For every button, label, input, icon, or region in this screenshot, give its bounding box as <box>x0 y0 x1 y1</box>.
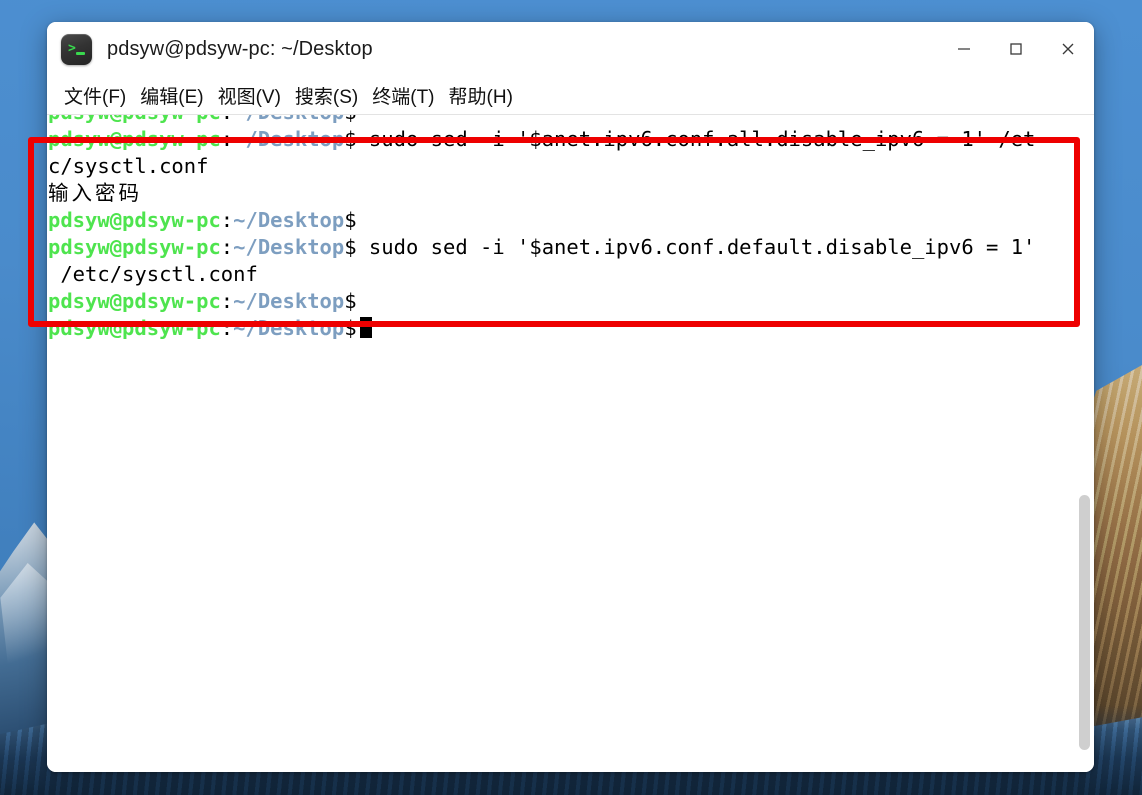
prompt-dollar: $ <box>344 115 356 124</box>
prompt-path: ~/Desktop <box>233 316 345 340</box>
terminal-scrollbar[interactable] <box>1079 115 1090 772</box>
menu-item-help[interactable]: 帮助(H) <box>442 80 520 111</box>
terminal-cursor <box>359 317 372 338</box>
prompt-path: ~/Desktop <box>233 115 344 124</box>
prompt-dollar: $ <box>344 289 357 313</box>
terminal-command-text: sudo sed -i '$anet.ipv6.conf.all.disable… <box>356 127 1036 151</box>
terminal-command-text: sudo sed -i '$anet.ipv6.conf.default.dis… <box>356 235 1036 259</box>
window-controls <box>938 22 1094 76</box>
close-button[interactable] <box>1042 22 1094 76</box>
terminal-line: 输入密码 <box>48 180 1094 207</box>
prompt-user-host: pdsyw@pdsyw-pc <box>48 316 221 340</box>
terminal-output-text: 输入密码 <box>48 181 142 205</box>
prompt-user-host: pdsyw@pdsyw-pc <box>48 127 221 151</box>
prompt-colon: : <box>220 316 234 340</box>
terminal-line: pdsyw@pdsyw-pc:~/Desktop$ <box>48 288 1094 315</box>
menu-item-file[interactable]: 文件(F) <box>57 80 133 111</box>
prompt-user-host: pdsyw@pdsyw-pc <box>48 208 221 232</box>
maximize-button[interactable] <box>990 22 1042 76</box>
terminal-line: pdsyw@pdsyw-pc:~/Desktop$ <box>48 315 1094 342</box>
terminal-output-text: /etc/sysctl.conf <box>48 262 258 286</box>
menu-item-view[interactable]: 视图(V) <box>211 80 288 111</box>
prompt-dollar: $ <box>344 235 357 259</box>
terminal-line: pdsyw@pdsyw-pc:~/Desktop$ <box>48 115 1094 126</box>
prompt-path: ~/Desktop <box>233 235 345 259</box>
terminal-line: pdsyw@pdsyw-pc:~/Desktop$ <box>48 207 1094 234</box>
prompt-path: ~/Desktop <box>233 289 345 313</box>
terminal-line: c/sysctl.conf <box>48 153 1094 180</box>
terminal-prompt-icon: > <box>61 33 92 65</box>
scrollbar-thumb[interactable] <box>1079 495 1090 750</box>
prompt-path: ~/Desktop <box>233 208 345 232</box>
close-icon <box>1062 43 1074 55</box>
minimize-icon <box>958 48 970 50</box>
prompt-user-host: pdsyw@pdsyw-pc <box>48 289 221 313</box>
window-title: pdsyw@pdsyw-pc: ~/Desktop <box>107 37 373 60</box>
icon-underscore-glyph <box>76 51 85 55</box>
menu-item-edit[interactable]: 编辑(E) <box>133 80 210 111</box>
prompt-colon: : <box>220 127 234 151</box>
terminal-line: /etc/sysctl.conf <box>48 261 1094 288</box>
menu-item-search[interactable]: 搜索(S) <box>288 80 365 111</box>
prompt-dollar: $ <box>344 316 357 340</box>
terminal-line: pdsyw@pdsyw-pc:~/Desktop$ sudo sed -i '$… <box>48 234 1094 261</box>
terminal-output-text: c/sysctl.conf <box>48 154 209 178</box>
prompt-user-host: pdsyw@pdsyw-pc <box>48 235 221 259</box>
prompt-colon: : <box>220 208 234 232</box>
prompt-path: ~/Desktop <box>233 127 345 151</box>
prompt-colon: : <box>221 115 233 124</box>
minimize-button[interactable] <box>938 22 990 76</box>
terminal-line-list: pdsyw@pdsyw-pc:~/Desktop$pdsyw@pdsyw-pc:… <box>48 115 1094 342</box>
menu-bar: 文件(F) 编辑(E) 视图(V) 搜索(S) 终端(T) 帮助(H) <box>47 76 1094 115</box>
prompt-colon: : <box>220 289 234 313</box>
terminal-output-area[interactable]: pdsyw@pdsyw-pc:~/Desktop$pdsyw@pdsyw-pc:… <box>47 115 1094 772</box>
maximize-icon <box>1010 43 1022 55</box>
window-titlebar[interactable]: > pdsyw@pdsyw-pc: ~/Desktop <box>47 22 1094 76</box>
terminal-line: pdsyw@pdsyw-pc:~/Desktop$ sudo sed -i '$… <box>48 126 1094 153</box>
terminal-window: > pdsyw@pdsyw-pc: ~/Desktop 文件(F) 编辑(E) … <box>47 22 1094 772</box>
prompt-colon: : <box>220 235 234 259</box>
prompt-user-host: pdsyw@pdsyw-pc <box>48 115 221 124</box>
prompt-dollar: $ <box>344 127 357 151</box>
menu-item-terminal[interactable]: 终端(T) <box>365 80 441 111</box>
icon-chevron-glyph: > <box>68 40 76 56</box>
prompt-dollar: $ <box>344 208 357 232</box>
